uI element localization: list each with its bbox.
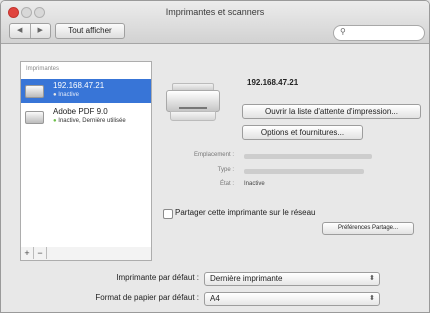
printers-scanners-window: Imprimantes et scanners ◀ ▶ Tout affiche… (0, 0, 430, 313)
default-printer-label: Imprimante par défaut : (116, 273, 199, 282)
chevron-up-down-icon: ⬍ (369, 295, 375, 302)
state-label: État : (219, 181, 234, 187)
paper-size-select[interactable]: A4 ⬍ (204, 292, 380, 306)
printer-icon (25, 85, 44, 98)
printer-list: Imprimantes 192.168.47.21 ● Inactive Ado… (20, 61, 152, 248)
share-printer-label[interactable]: Partager cette imprimante sur le réseau (175, 208, 316, 217)
default-printer-value: Dernière imprimante (210, 274, 283, 283)
status-dot-icon: ● (53, 92, 57, 98)
open-print-queue-button[interactable]: Ouvrir la liste d'attente d'impression..… (242, 104, 421, 119)
printer-list-header: Imprimantes (26, 66, 60, 72)
search-icon: ⚲ (340, 27, 346, 36)
printer-list-item-adobe-pdf[interactable]: Adobe PDF 9.0 ● Inactive, Dernière utili… (21, 105, 151, 129)
printer-icon (166, 83, 220, 123)
search-field[interactable]: ⚲ (333, 25, 425, 41)
selected-printer-name: 192.168.47.21 (247, 78, 299, 87)
paper-size-value: A4 (210, 294, 220, 303)
printer-icon (25, 111, 44, 124)
type-label: Type : (217, 167, 234, 173)
state-value: Inactive (244, 181, 265, 187)
back-arrow-icon[interactable]: ◀ (10, 24, 30, 38)
paper-size-label: Format de papier par défaut : (95, 293, 199, 302)
status-dot-icon: ● (53, 118, 57, 124)
options-supplies-button[interactable]: Options et fournitures... (242, 125, 363, 140)
chevron-up-down-icon: ⬍ (369, 275, 375, 282)
printer-status-label: ● Inactive (53, 92, 79, 98)
remove-printer-button[interactable]: − (34, 247, 47, 259)
location-label: Emplacement : (193, 152, 234, 158)
navigation-group: ◀ ▶ (9, 23, 51, 39)
printer-list-item-192-168-47-21[interactable]: 192.168.47.21 ● Inactive (21, 79, 151, 103)
printer-status-text: Inactive, Dernière utilisée (58, 118, 126, 124)
forward-arrow-icon[interactable]: ▶ (29, 24, 51, 38)
sharing-preferences-button[interactable]: Préférences Partage... (322, 222, 414, 235)
type-value-redacted (244, 169, 364, 174)
printer-name-label: Adobe PDF 9.0 (53, 107, 108, 116)
window-title: Imprimantes et scanners (165, 7, 265, 17)
title-bar: Imprimantes et scanners ◀ ▶ Tout affiche… (1, 1, 429, 44)
default-printer-select[interactable]: Dernière imprimante ⬍ (204, 272, 380, 286)
printer-status-text: Inactive (58, 92, 79, 98)
location-value-redacted (244, 154, 372, 159)
add-printer-button[interactable]: + (21, 247, 34, 259)
printer-name-label: 192.168.47.21 (53, 81, 105, 90)
printer-status-label: ● Inactive, Dernière utilisée (53, 118, 126, 124)
share-printer-checkbox[interactable] (163, 209, 173, 219)
show-all-button[interactable]: Tout afficher (55, 23, 125, 39)
list-edit-bar: + − (20, 247, 152, 261)
